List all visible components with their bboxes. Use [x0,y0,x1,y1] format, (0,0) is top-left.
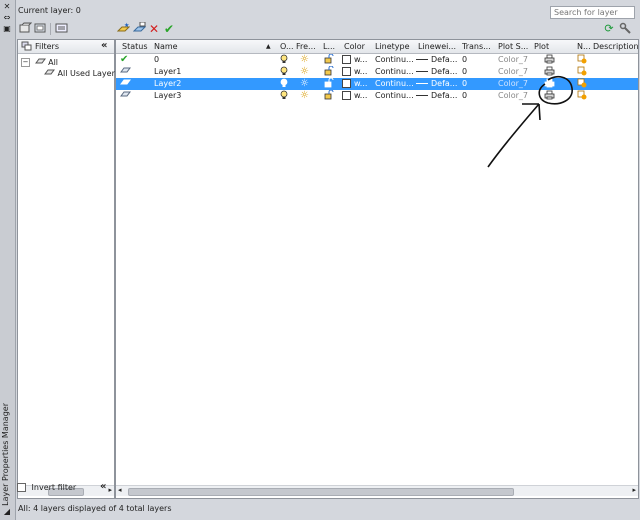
status-bar: All: 4 layers displayed of 4 total layer… [16,500,638,518]
annotation-circle [538,75,573,105]
status-text: All: 4 layers displayed of 4 total layer… [18,504,172,513]
annotation-overlay [487,75,573,168]
annotation-arrow-shaft [487,103,540,168]
